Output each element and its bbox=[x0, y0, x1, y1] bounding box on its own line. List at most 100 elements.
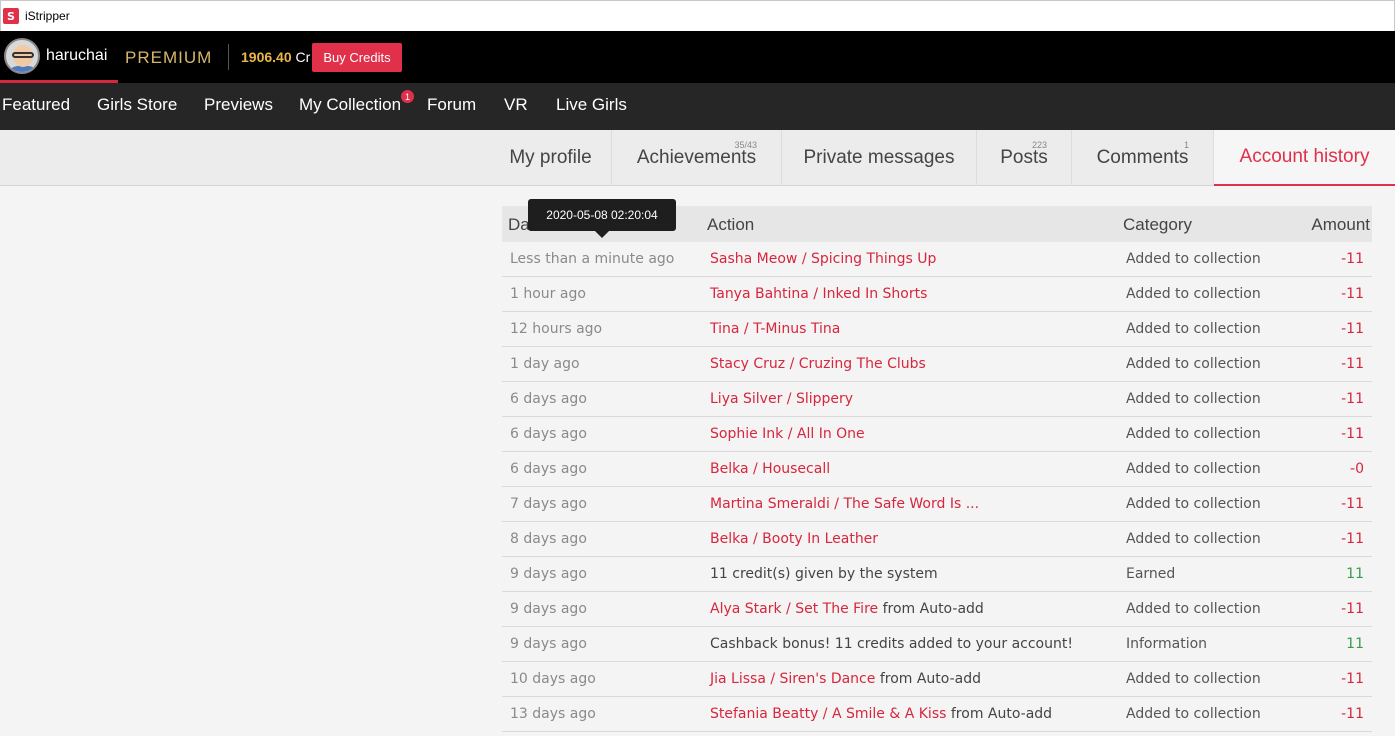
nav-featured[interactable]: Featured bbox=[2, 95, 70, 115]
divider bbox=[228, 44, 229, 70]
row-category: Added to collection bbox=[1126, 321, 1261, 337]
row-date[interactable]: 6 days ago bbox=[510, 426, 587, 442]
tab-comments[interactable]: 1 Comments bbox=[1072, 130, 1214, 186]
row-category: Added to collection bbox=[1126, 251, 1261, 267]
nav-my-collection[interactable]: My Collection bbox=[299, 95, 401, 115]
row-action-link[interactable]: Tina / T-Minus Tina bbox=[710, 321, 840, 337]
row-category: Added to collection bbox=[1126, 671, 1261, 687]
user-profile-link[interactable]: haruchai bbox=[0, 31, 118, 83]
row-amount: -11 bbox=[1341, 426, 1364, 442]
row-category: Added to collection bbox=[1126, 531, 1261, 547]
tab-achievements[interactable]: 35/43 Achievements bbox=[612, 130, 782, 186]
row-action-link[interactable]: Stefania Beatty / A Smile & A Kiss bbox=[710, 706, 946, 722]
col-action-header[interactable]: Action bbox=[707, 215, 754, 235]
row-action: Alya Stark / Set The Fire from Auto-add bbox=[710, 601, 984, 617]
row-action-link[interactable]: Stacy Cruz / Cruzing The Clubs bbox=[710, 356, 926, 372]
row-action: Stefania Beatty / A Smile & A Kiss from … bbox=[710, 706, 1052, 722]
row-date[interactable]: 9 days ago bbox=[510, 601, 587, 617]
main-nav: Featured Girls Store Previews My Collect… bbox=[0, 83, 1395, 130]
posts-count: 223 bbox=[1031, 140, 1047, 150]
row-date[interactable]: 9 days ago bbox=[510, 636, 587, 652]
row-date[interactable]: 10 days ago bbox=[510, 671, 596, 687]
tab-label: Account history bbox=[1239, 146, 1370, 167]
table-row: 6 days ago Belka / Housecall Added to coll… bbox=[502, 452, 1372, 487]
row-action-link[interactable]: Jia Lissa / Siren's Dance bbox=[710, 671, 875, 687]
row-action: 11 credit(s) given by the system bbox=[710, 566, 938, 582]
col-category-header[interactable]: Category bbox=[1123, 215, 1192, 235]
row-amount: -11 bbox=[1341, 356, 1364, 372]
nav-vr[interactable]: VR bbox=[504, 95, 528, 115]
table-row: 13 days ago Stefania Beatty / A Smile & A… bbox=[502, 697, 1372, 732]
row-action-link[interactable]: Alya Stark / Set The Fire bbox=[710, 601, 878, 617]
tab-label: Comments bbox=[1096, 147, 1189, 168]
row-action: Cashback bonus! 11 credits added to your… bbox=[710, 636, 1073, 652]
row-action: Belka / Housecall bbox=[710, 461, 830, 477]
row-date[interactable]: 12 hours ago bbox=[510, 321, 602, 337]
row-date[interactable]: 6 days ago bbox=[510, 391, 587, 407]
window-title-bar: S iStripper bbox=[0, 0, 1395, 31]
row-date[interactable]: 8 days ago bbox=[510, 531, 587, 547]
row-amount: -0 bbox=[1350, 461, 1364, 477]
row-category: Added to collection bbox=[1126, 356, 1261, 372]
row-amount: -11 bbox=[1341, 671, 1364, 687]
row-action-link[interactable]: Belka / Housecall bbox=[710, 461, 830, 477]
nav-live-girls[interactable]: Live Girls bbox=[556, 95, 627, 115]
row-action: Liya Silver / Slippery bbox=[710, 391, 853, 407]
tab-private-messages[interactable]: Private messages bbox=[782, 130, 977, 186]
user-bar: haruchai PREMIUM 1906.40 Cr Buy Credits bbox=[0, 31, 1395, 83]
table-row: 7 days ago Martina Smeraldi / The Safe Wo… bbox=[502, 487, 1372, 522]
table-row: 1 day ago Stacy Cruz / Cruzing The Clubs A… bbox=[502, 347, 1372, 382]
row-action-suffix: from Auto-add bbox=[875, 671, 982, 687]
tooltip-arrow bbox=[595, 231, 609, 238]
row-category: Added to collection bbox=[1126, 286, 1261, 302]
row-date[interactable]: 6 days ago bbox=[510, 461, 587, 477]
row-date[interactable]: 7 days ago bbox=[510, 496, 587, 512]
row-category: Added to collection bbox=[1126, 496, 1261, 512]
tab-account-history[interactable]: Account history bbox=[1214, 130, 1395, 186]
col-amount-header[interactable]: Amount bbox=[1311, 215, 1370, 235]
row-date[interactable]: 1 hour ago bbox=[510, 286, 586, 302]
window-title: iStripper bbox=[25, 9, 70, 23]
row-action-link[interactable]: Sophie Ink / All In One bbox=[710, 426, 865, 442]
row-action: Tanya Bahtina / Inked In Shorts bbox=[710, 286, 927, 302]
row-action: Tina / T-Minus Tina bbox=[710, 321, 840, 337]
row-action-link[interactable]: Tanya Bahtina / Inked In Shorts bbox=[710, 286, 927, 302]
tab-my-profile[interactable]: My profile bbox=[490, 130, 612, 186]
tab-label: Private messages bbox=[803, 147, 955, 168]
row-category: Earned bbox=[1126, 566, 1176, 582]
row-date[interactable]: 13 days ago bbox=[510, 706, 596, 722]
buy-credits-button[interactable]: Buy Credits bbox=[312, 43, 402, 72]
table-row: 12 hours ago Tina / T-Minus Tina Added to … bbox=[502, 312, 1372, 347]
row-date[interactable]: 9 days ago bbox=[510, 566, 587, 582]
row-action-link[interactable]: Martina Smeraldi / The Safe Word Is ... bbox=[710, 496, 979, 512]
table-row: 6 days ago Sophie Ink / All In One Added t… bbox=[502, 417, 1372, 452]
premium-badge: PREMIUM bbox=[125, 48, 213, 67]
achievements-count: 35/43 bbox=[734, 140, 757, 150]
row-action-link[interactable]: Liya Silver / Slippery bbox=[710, 391, 853, 407]
row-amount: -11 bbox=[1341, 531, 1364, 547]
row-action-text: Cashback bonus! 11 credits added to your… bbox=[710, 636, 1073, 652]
row-action-link[interactable]: Sasha Meow / Spicing Things Up bbox=[710, 251, 936, 267]
tab-posts[interactable]: 223 Posts bbox=[977, 130, 1072, 186]
table-row: 10 days ago Jia Lissa / Siren's Dance fro… bbox=[502, 662, 1372, 697]
row-action-link[interactable]: Belka / Booty In Leather bbox=[710, 531, 878, 547]
nav-previews[interactable]: Previews bbox=[204, 95, 273, 115]
table-row: 9 days ago Cashback bonus! 11 credits add… bbox=[502, 627, 1372, 662]
row-category: Added to collection bbox=[1126, 426, 1261, 442]
nav-girls-store[interactable]: Girls Store bbox=[97, 95, 177, 115]
row-date[interactable]: Less than a minute ago bbox=[510, 251, 674, 267]
username[interactable]: haruchai bbox=[46, 47, 107, 65]
collection-notification-badge: 1 bbox=[401, 90, 414, 103]
row-date[interactable]: 1 day ago bbox=[510, 356, 580, 372]
nav-forum[interactable]: Forum bbox=[427, 95, 476, 115]
row-amount: 11 bbox=[1346, 566, 1364, 582]
row-category: Added to collection bbox=[1126, 391, 1261, 407]
istripper-logo-icon: S bbox=[3, 8, 19, 24]
row-category: Added to collection bbox=[1126, 706, 1261, 722]
tab-label: Posts bbox=[1000, 147, 1048, 168]
avatar[interactable] bbox=[4, 37, 40, 74]
row-action-suffix: from Auto-add bbox=[946, 706, 1053, 722]
credits-value: 1906.40 bbox=[241, 49, 292, 65]
row-amount: -11 bbox=[1341, 251, 1364, 267]
col-date-header[interactable]: Da bbox=[508, 215, 530, 235]
